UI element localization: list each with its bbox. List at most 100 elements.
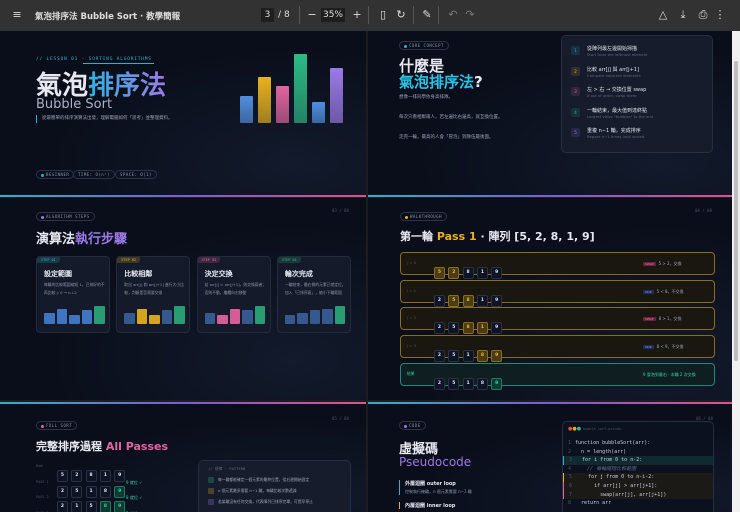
array-cell: 9 (491, 267, 503, 279)
scrollbar-thumb[interactable] (734, 61, 738, 361)
divider (368, 6, 369, 24)
line-number: 2 (568, 448, 572, 455)
bar (258, 77, 271, 123)
line-code: n = length(arr) (575, 448, 627, 455)
zoom-in-button[interactable]: + (350, 8, 364, 22)
step-note: SKIP 8 < 9，不交換 (643, 344, 684, 350)
step-subtext: Largest value "bubbles" to the end (587, 113, 654, 119)
bar (297, 313, 308, 324)
zoom-input[interactable]: 35% (321, 8, 345, 22)
bar (254, 306, 266, 324)
bar (276, 86, 289, 123)
code-window: ●●● bubble_sort.pseudo 1 function bubbleS… (562, 421, 714, 512)
array-cell: 2 (434, 350, 445, 363)
section-tag: CORE CONCEPT (399, 41, 449, 50)
step-label: j = 3 (407, 343, 417, 349)
step-label: j = 0 (407, 260, 417, 265)
bar (330, 68, 343, 123)
tag-label: TIME: O(n²) (78, 172, 110, 177)
fit-page-icon[interactable]: ▯ (376, 8, 390, 22)
array-cell: 2 (434, 294, 445, 307)
line-number: 4 (568, 465, 572, 472)
level-tag: TIME: O(n²) (73, 170, 115, 179)
step-note: 9 冒泡到最右 · 本輪 2 次交換 (643, 372, 696, 378)
note-text: 8 > 1，交換 (658, 316, 682, 322)
card-title: 設定範圍 (44, 270, 72, 278)
pass-note: 8 就位 ✓ (126, 495, 143, 500)
line-number: 3 (569, 457, 573, 464)
line-code: swap(arr[j], arr[j+1]) (576, 491, 667, 498)
array-cell: 1 (476, 322, 488, 335)
bar (69, 315, 80, 324)
tag-label: SPACE: O(1) (120, 172, 152, 177)
line-code: for j from 0 to n-i-2: (576, 474, 655, 481)
hamburger-icon[interactable]: ≡ (10, 8, 24, 22)
card-title: 決定交換 (204, 270, 233, 278)
line-number: 1 (568, 440, 572, 446)
bar (240, 96, 253, 123)
bar (81, 310, 92, 324)
step-label: STEP 02 (117, 257, 141, 263)
card-title: 比較相鄰 (124, 270, 153, 278)
array-cell: 5 (448, 294, 460, 307)
accent-line (368, 195, 732, 197)
step-note: SWAP 5 > 2，交換 (643, 261, 682, 267)
redo-icon[interactable]: ↷ (463, 8, 477, 22)
accent-line (368, 402, 732, 404)
section-tag: ALGORITHM STEPS (36, 212, 95, 221)
step-text: 一輪結束，最大值到達終點 (587, 107, 648, 114)
drive-save-icon[interactable]: △ (656, 8, 670, 22)
step-text: 左 > 右 → 交換位置 swap (587, 87, 647, 93)
line-number: 6 (569, 483, 573, 489)
slide-title: // LESSON 01 · SORTING ALGORITHMS 氣泡排序法 … (0, 31, 366, 197)
section-tag: FULL SORT (36, 421, 78, 430)
code-filename: bubble_sort.pseudo (583, 427, 621, 431)
bar (284, 315, 296, 324)
step-text: 從陣列最左邊開始掃描 (587, 46, 638, 52)
slide-heading: 第一輪 Pass 1 · 陣列 [5, 2, 8, 1, 9] (400, 230, 595, 243)
array-cell: 5 (448, 322, 460, 335)
zoom-out-button[interactable]: − (305, 8, 319, 22)
line-number: 7 (569, 491, 573, 498)
step-number: 3 (571, 87, 580, 96)
download-icon[interactable]: ⤓ (676, 8, 690, 22)
mini-bar-chart (44, 306, 105, 324)
tag-label: BEGINNER (46, 172, 70, 177)
vertical-scrollbar[interactable] (732, 31, 740, 512)
page-number-input[interactable]: 3 (261, 8, 274, 22)
note-text: 8 < 9，不交換 (656, 344, 684, 350)
note-text: 5 < 8，不交換 (656, 288, 684, 294)
array-cell: 1 (462, 377, 474, 390)
step-card: STEP 01 設定範圍 每輪的比較範圍縮短 1，已排好的不再比較 j: 0 → n… (36, 256, 110, 333)
step-subtext: Repeat n−1 times until sorted (587, 134, 645, 139)
print-icon[interactable]: ⎙ (696, 8, 710, 22)
more-options-icon[interactable]: ⋮ (713, 8, 727, 22)
dot (41, 173, 44, 177)
section-tag: CODE (399, 421, 426, 430)
code-line: 3 for i from 0 to n-2: (563, 456, 713, 465)
divider (413, 6, 414, 24)
level-tag: SPACE: O(1) (115, 170, 157, 179)
bar (149, 315, 160, 324)
bar-illustration (240, 54, 343, 123)
accent-line (0, 402, 366, 404)
pass-label: PASS 1 (36, 479, 49, 484)
array-cell: 1 (476, 267, 488, 279)
array-cell: 2 (434, 322, 445, 335)
bar (242, 310, 253, 324)
note-text: 5 > 2，交換 (658, 261, 682, 266)
slide-page-number: 03 / 08 (332, 208, 349, 213)
step-label: j = 1 (407, 287, 417, 293)
undo-icon[interactable]: ↶ (446, 8, 460, 22)
step-card: STEP 02 比較相鄰 取出 arr[j] 和 arr[j+1] 進行大小比較，判… (116, 256, 191, 333)
slide-full-sort: 05 / 08 FULL SORT 完整排序過程 All Passes // 規… (0, 402, 366, 512)
swap-badge: SWAP (643, 317, 656, 322)
annotate-pen-icon[interactable]: ✎ (420, 8, 434, 22)
step-note: SKIP 5 < 8，不交換 (643, 289, 684, 295)
rotate-icon[interactable]: ↻ (394, 8, 408, 22)
step-label: STEP 04 (277, 257, 301, 263)
array-cell: 9 (491, 294, 503, 307)
pass-step-row: j = 3 2 5 1 8 9 SKIP 8 < 9，不交換 (400, 335, 715, 363)
divider (83, 63, 154, 64)
array-cell: 5 (434, 267, 445, 279)
